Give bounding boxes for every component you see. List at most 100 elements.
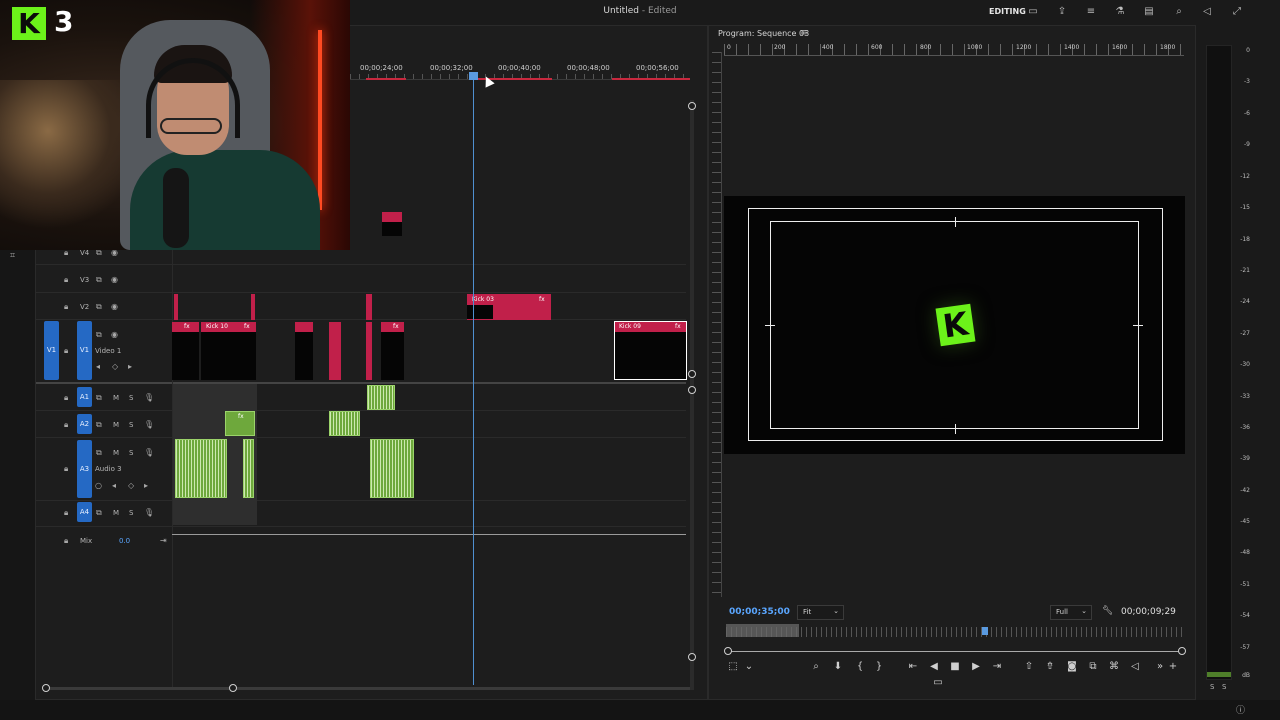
mix-end-icon[interactable]: ⇥ (160, 536, 167, 545)
mix-value[interactable]: 0.0 (119, 537, 130, 545)
audio-clip[interactable] (329, 411, 360, 436)
speaker-icon[interactable]: ◁ (1200, 5, 1214, 19)
mini-playhead[interactable] (982, 627, 988, 635)
extract-icon[interactable]: ⇮ (1043, 661, 1057, 672)
export-icon[interactable]: ⇪ (1055, 5, 1069, 19)
step-back-icon[interactable]: ◀ (927, 661, 941, 672)
snap-icon[interactable]: ⌗ (10, 251, 15, 261)
prev-keyframe-icon[interactable]: ◂ (96, 362, 100, 371)
video-clip[interactable] (382, 212, 402, 222)
zoom-handle-right[interactable] (229, 684, 237, 692)
current-timecode[interactable]: 00;00;35;00 (729, 607, 790, 617)
video-clip[interactable] (295, 322, 313, 332)
playback-resolution-select[interactable]: Full ⌄ (1050, 605, 1092, 620)
mark-in-icon[interactable]: { (853, 661, 867, 672)
track-target-a4[interactable]: A4 (77, 502, 92, 522)
solo-button[interactable]: S (129, 449, 133, 457)
scroll-handle-audio-top[interactable] (688, 386, 696, 394)
solo-button[interactable]: S (129, 421, 133, 429)
video-clip[interactable]: fx (172, 322, 199, 332)
workspaces-icon[interactable]: ▭ (1026, 5, 1040, 19)
playhead-handle[interactable] (469, 72, 478, 80)
microphone-icon[interactable]: 🎙︎ (144, 420, 154, 429)
comparison-view-icon[interactable]: ⧉ (1086, 661, 1100, 672)
audio-clip[interactable] (243, 439, 254, 498)
comments-icon[interactable]: ▤ (1142, 5, 1156, 19)
audio-clip[interactable] (175, 439, 227, 498)
track-target-a3[interactable]: A3 (77, 440, 92, 498)
play-icon[interactable]: ▶ (969, 661, 983, 672)
camera-icon[interactable]: ◙ (1065, 661, 1079, 672)
meter-solo-left[interactable]: S (1210, 683, 1214, 691)
vertical-scrollbar[interactable] (690, 100, 694, 690)
flask-icon[interactable]: ⚗ (1113, 5, 1127, 19)
mute-button[interactable]: M (113, 394, 119, 402)
chevron-down-icon[interactable]: ⌄ (742, 661, 756, 672)
zoom-handle-right[interactable] (1178, 647, 1186, 655)
prev-keyframe-icon[interactable]: ◂ (112, 481, 116, 490)
safe-margins-icon[interactable]: ⬚ (726, 661, 740, 672)
eye-icon[interactable]: ◉ (111, 302, 118, 311)
lock-icon[interactable]: 🔒︎ (64, 464, 68, 474)
solo-button[interactable]: S (129, 509, 133, 517)
volume-icon[interactable]: ◁ (1128, 661, 1142, 672)
playhead-line[interactable] (473, 75, 474, 685)
wrench-icon[interactable]: 🔧︎ (1102, 606, 1113, 616)
next-keyframe-icon[interactable]: ▸ (128, 362, 132, 371)
video-clip[interactable] (251, 294, 255, 320)
video-clip[interactable] (174, 294, 178, 320)
audio-clip[interactable] (370, 439, 414, 498)
lock-icon[interactable]: 🔒︎ (64, 508, 68, 518)
lift-icon[interactable]: ⇧ (1022, 661, 1036, 672)
scroll-handle-video-bottom[interactable] (688, 370, 696, 378)
button-editor-icon[interactable]: + (1166, 661, 1180, 672)
add-keyframe-icon[interactable]: ◇ (128, 481, 134, 490)
search-icon[interactable]: ⌕ (1172, 5, 1186, 19)
lock-icon[interactable]: 🔒︎ (64, 393, 68, 403)
sync-lock-icon[interactable]: ⧉ (96, 420, 102, 430)
add-marker-icon[interactable]: ⬇ (831, 661, 845, 672)
program-monitor-title[interactable]: Program: Sequence 03 (718, 29, 809, 38)
video-clip[interactable] (329, 322, 341, 380)
scroll-handle-top[interactable] (688, 102, 696, 110)
audio-clip[interactable]: fx (225, 411, 255, 436)
horizontal-scrollbar[interactable] (46, 687, 690, 690)
sync-lock-icon[interactable]: ⧉ (96, 302, 102, 312)
subtitle-icon[interactable]: ▭ (931, 677, 945, 688)
video-clip[interactable] (366, 294, 372, 320)
lock-icon[interactable]: 🔒︎ (64, 346, 68, 356)
lock-icon[interactable]: 🔒︎ (64, 536, 68, 546)
fullscreen-icon[interactable]: ⤢ (1230, 5, 1244, 19)
track-target-a1[interactable]: A1 (77, 387, 92, 407)
zoom-handle-left[interactable] (724, 647, 732, 655)
audio-clip[interactable] (367, 385, 395, 410)
zoom-handle-left[interactable] (42, 684, 50, 692)
video-clip[interactable] (366, 322, 372, 380)
microphone-icon[interactable]: 🎙︎ (144, 448, 154, 457)
mute-button[interactable]: M (113, 509, 119, 517)
go-to-in-icon[interactable]: ⇤ (906, 661, 920, 672)
eye-icon[interactable]: ◉ (111, 330, 118, 339)
info-icon[interactable]: ⓘ (1236, 703, 1245, 716)
sync-lock-icon[interactable]: ⧉ (96, 393, 102, 403)
add-keyframe-icon[interactable]: ◇ (112, 362, 118, 371)
eye-icon[interactable]: ◉ (111, 275, 118, 284)
video-clip-kick09[interactable]: Kick 09 fx (614, 321, 687, 380)
meter-solo-right[interactable]: S (1222, 683, 1226, 691)
go-to-out-icon[interactable]: ⇥ (990, 661, 1004, 672)
mute-button[interactable]: M (113, 449, 119, 457)
track-target-a2[interactable]: A2 (77, 414, 92, 434)
video-clip-body[interactable] (382, 222, 402, 236)
workspace-label[interactable]: EDITING (989, 7, 1026, 16)
stop-icon[interactable]: ■ (948, 661, 962, 672)
sync-lock-icon[interactable]: ⧉ (96, 448, 102, 458)
microphone-icon[interactable]: 🎙︎ (144, 508, 154, 517)
more-buttons-icon[interactable]: » (1153, 661, 1167, 672)
video-clip-kick10[interactable]: Kick 10 fx (201, 322, 256, 332)
source-patch-v1[interactable]: V1 (44, 321, 59, 380)
lock-icon[interactable]: 🔒︎ (64, 275, 68, 285)
sync-lock-icon[interactable]: ⧉ (96, 330, 102, 340)
mark-out-icon[interactable]: } (872, 661, 886, 672)
mute-button[interactable]: M (113, 421, 119, 429)
vr-video-icon[interactable]: ⌘ (1107, 661, 1121, 672)
